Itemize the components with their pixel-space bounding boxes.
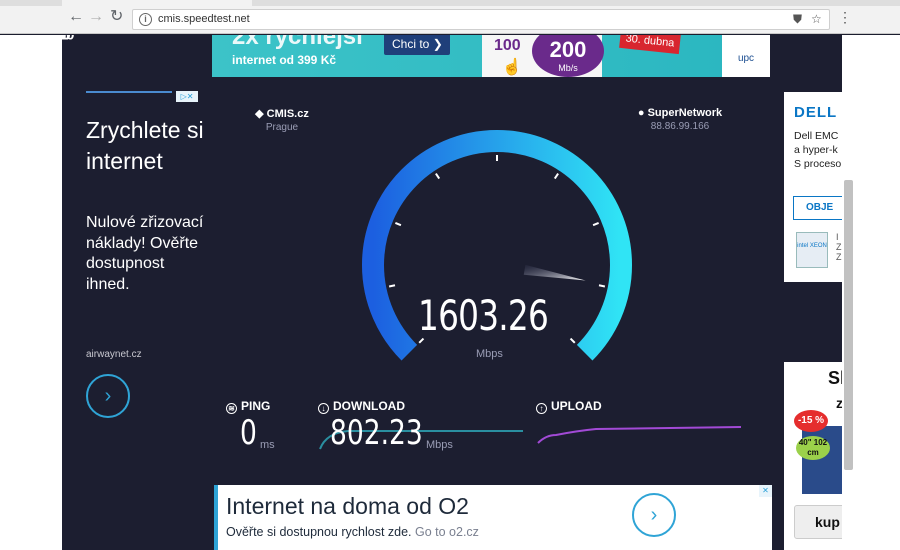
dell-line-3: S proceso — [794, 158, 842, 170]
gauge-tick — [388, 284, 396, 288]
gauge-tick — [394, 221, 402, 227]
banner-new-speed: 200 — [549, 37, 587, 62]
browser-window: ← → ↻ i cmis.speedtest.net ⛊ ☆ ⋮ 2x rych… — [0, 0, 900, 550]
download-unit: Mbps — [426, 439, 453, 451]
dell-cta-button[interactable]: OBJE — [793, 196, 842, 220]
ad-accent-bar — [86, 91, 172, 93]
bottom-ad-text: Ověřte si dostupnou rychlost zde. — [226, 525, 412, 539]
active-tab[interactable] — [62, 0, 252, 6]
reload-icon[interactable]: ↻ — [110, 9, 123, 25]
left-ad-go-button[interactable]: › — [86, 374, 130, 418]
bookmark-star-icon[interactable]: ☆ — [811, 12, 822, 26]
upc-logo: upc — [722, 35, 770, 77]
scrollbar[interactable] — [844, 180, 853, 470]
banner-date: 30. dubna — [619, 35, 681, 55]
banner-cta-label: Chci to — [392, 37, 430, 51]
host-location: Prague — [265, 122, 299, 133]
bottom-ad-go-button[interactable]: › — [632, 493, 676, 537]
speedtest-page: 2x rychlejší internet od 399 Kč Chci to … — [62, 35, 842, 550]
gauge-tick — [435, 172, 441, 180]
host-icon: ◆ — [255, 108, 267, 120]
download-arrow-icon: ↓ — [318, 403, 329, 414]
upload-arrow-icon: ↑ — [536, 403, 547, 414]
dell-line-2: a hyper-k — [794, 144, 838, 156]
bottom-ad-accent — [214, 485, 218, 550]
upload-label-text: UPLOAD — [551, 399, 602, 413]
discount-badge: -15 % — [794, 410, 828, 432]
right-ad-shop[interactable]: Sl z -15 % 40" 102 cm kup — [784, 362, 842, 550]
banner-speed-unit: Mb/s — [558, 63, 578, 73]
left-ad-source[interactable]: airwaynet.cz — [86, 349, 142, 360]
top-banner-ad[interactable]: 2x rychlejší internet od 399 Kč Chci to … — [212, 35, 770, 77]
dell-small-text: IZZ — [836, 232, 842, 262]
info-icon[interactable]: i — [139, 13, 152, 26]
left-gutter — [0, 35, 62, 550]
tv-size-badge: 40" 102 cm — [796, 436, 830, 460]
ping-label-text: PING — [241, 399, 271, 413]
banner-headline: 2x rychlejší — [232, 35, 363, 50]
banner-speed-circle: 200 Mb/s — [532, 35, 604, 77]
browser-toolbar: ← → ↻ i cmis.speedtest.net ⛊ ☆ ⋮ — [0, 0, 900, 34]
shop-ad-subtitle: z — [836, 395, 842, 411]
extension-icon[interactable]: ⛊ — [793, 12, 802, 27]
address-bar[interactable]: i cmis.speedtest.net ⛊ ☆ — [132, 9, 830, 30]
hand-cursor-icon: ☝ — [502, 59, 522, 76]
gauge-unit: Mbps — [476, 348, 503, 360]
shop-ad-title: Sl — [828, 368, 842, 388]
dell-logo: DELL — [794, 104, 838, 121]
gauge-tick — [569, 337, 576, 344]
right-ad-dell[interactable]: DELL Dell EMC a hyper-k S proceso OBJE i… — [784, 92, 842, 282]
banner-old-speed: 100 — [494, 37, 521, 54]
buy-button[interactable]: kup — [794, 505, 842, 539]
upload-graph — [537, 426, 742, 444]
ping-icon: ≋ — [226, 403, 237, 414]
gauge-value: 1603.26 — [418, 291, 549, 340]
ping-unit: ms — [260, 439, 275, 451]
host-info[interactable]: ◆ CMIS.cz Prague — [252, 107, 312, 133]
bottom-ad-link[interactable]: Go to o2.cz — [415, 525, 479, 539]
gauge-needle — [523, 264, 586, 281]
ping-value: 0 — [240, 413, 257, 453]
bottom-ad-body: Ověřte si dostupnou rychlost zde. Go to … — [226, 525, 479, 539]
dell-line-1: Dell EMC — [794, 130, 839, 142]
intel-chip-badge: intel XEON — [796, 232, 828, 268]
tab-strip — [0, 0, 900, 6]
left-ad-body: Nulové zřizovací náklady! Ověřte dostupn… — [86, 214, 204, 293]
gauge-tick — [553, 172, 559, 180]
ping-label: ≋ PING — [226, 399, 270, 414]
menu-icon[interactable]: ⋮ — [838, 9, 852, 25]
forward-icon[interactable]: → — [88, 9, 104, 25]
gauge-tick — [592, 221, 600, 227]
gauge-tick-label: 100 — [62, 35, 75, 44]
download-label-text: DOWNLOAD — [333, 399, 405, 413]
banner-subline: internet od 399 Kč — [232, 53, 337, 67]
speed-gauge — [362, 130, 632, 361]
ad-choices-icon[interactable]: ✕ — [759, 485, 772, 497]
ad-choices-icon[interactable]: ▷✕ — [176, 91, 198, 102]
banner-cta-button[interactable]: Chci to ❯ — [384, 35, 450, 55]
left-ad[interactable]: ▷✕ Zrychlete si internet Nulové zřizovac… — [76, 91, 204, 461]
bottom-ad-headline: Internet na doma od O2 — [226, 493, 469, 519]
host-name: CMIS.cz — [266, 108, 309, 120]
address-url[interactable]: cmis.speedtest.net — [158, 13, 250, 25]
left-ad-headline: Zrychlete si internet — [86, 117, 204, 174]
upload-label: ↑ UPLOAD — [536, 399, 602, 414]
back-icon[interactable]: ← — [68, 9, 84, 25]
download-value: 802.23 — [330, 413, 423, 453]
download-label: ↓ DOWNLOAD — [318, 399, 405, 414]
bottom-banner-ad[interactable]: Internet na doma od O2 Ověřte si dostupn… — [214, 485, 772, 550]
gauge-tick — [598, 284, 606, 288]
